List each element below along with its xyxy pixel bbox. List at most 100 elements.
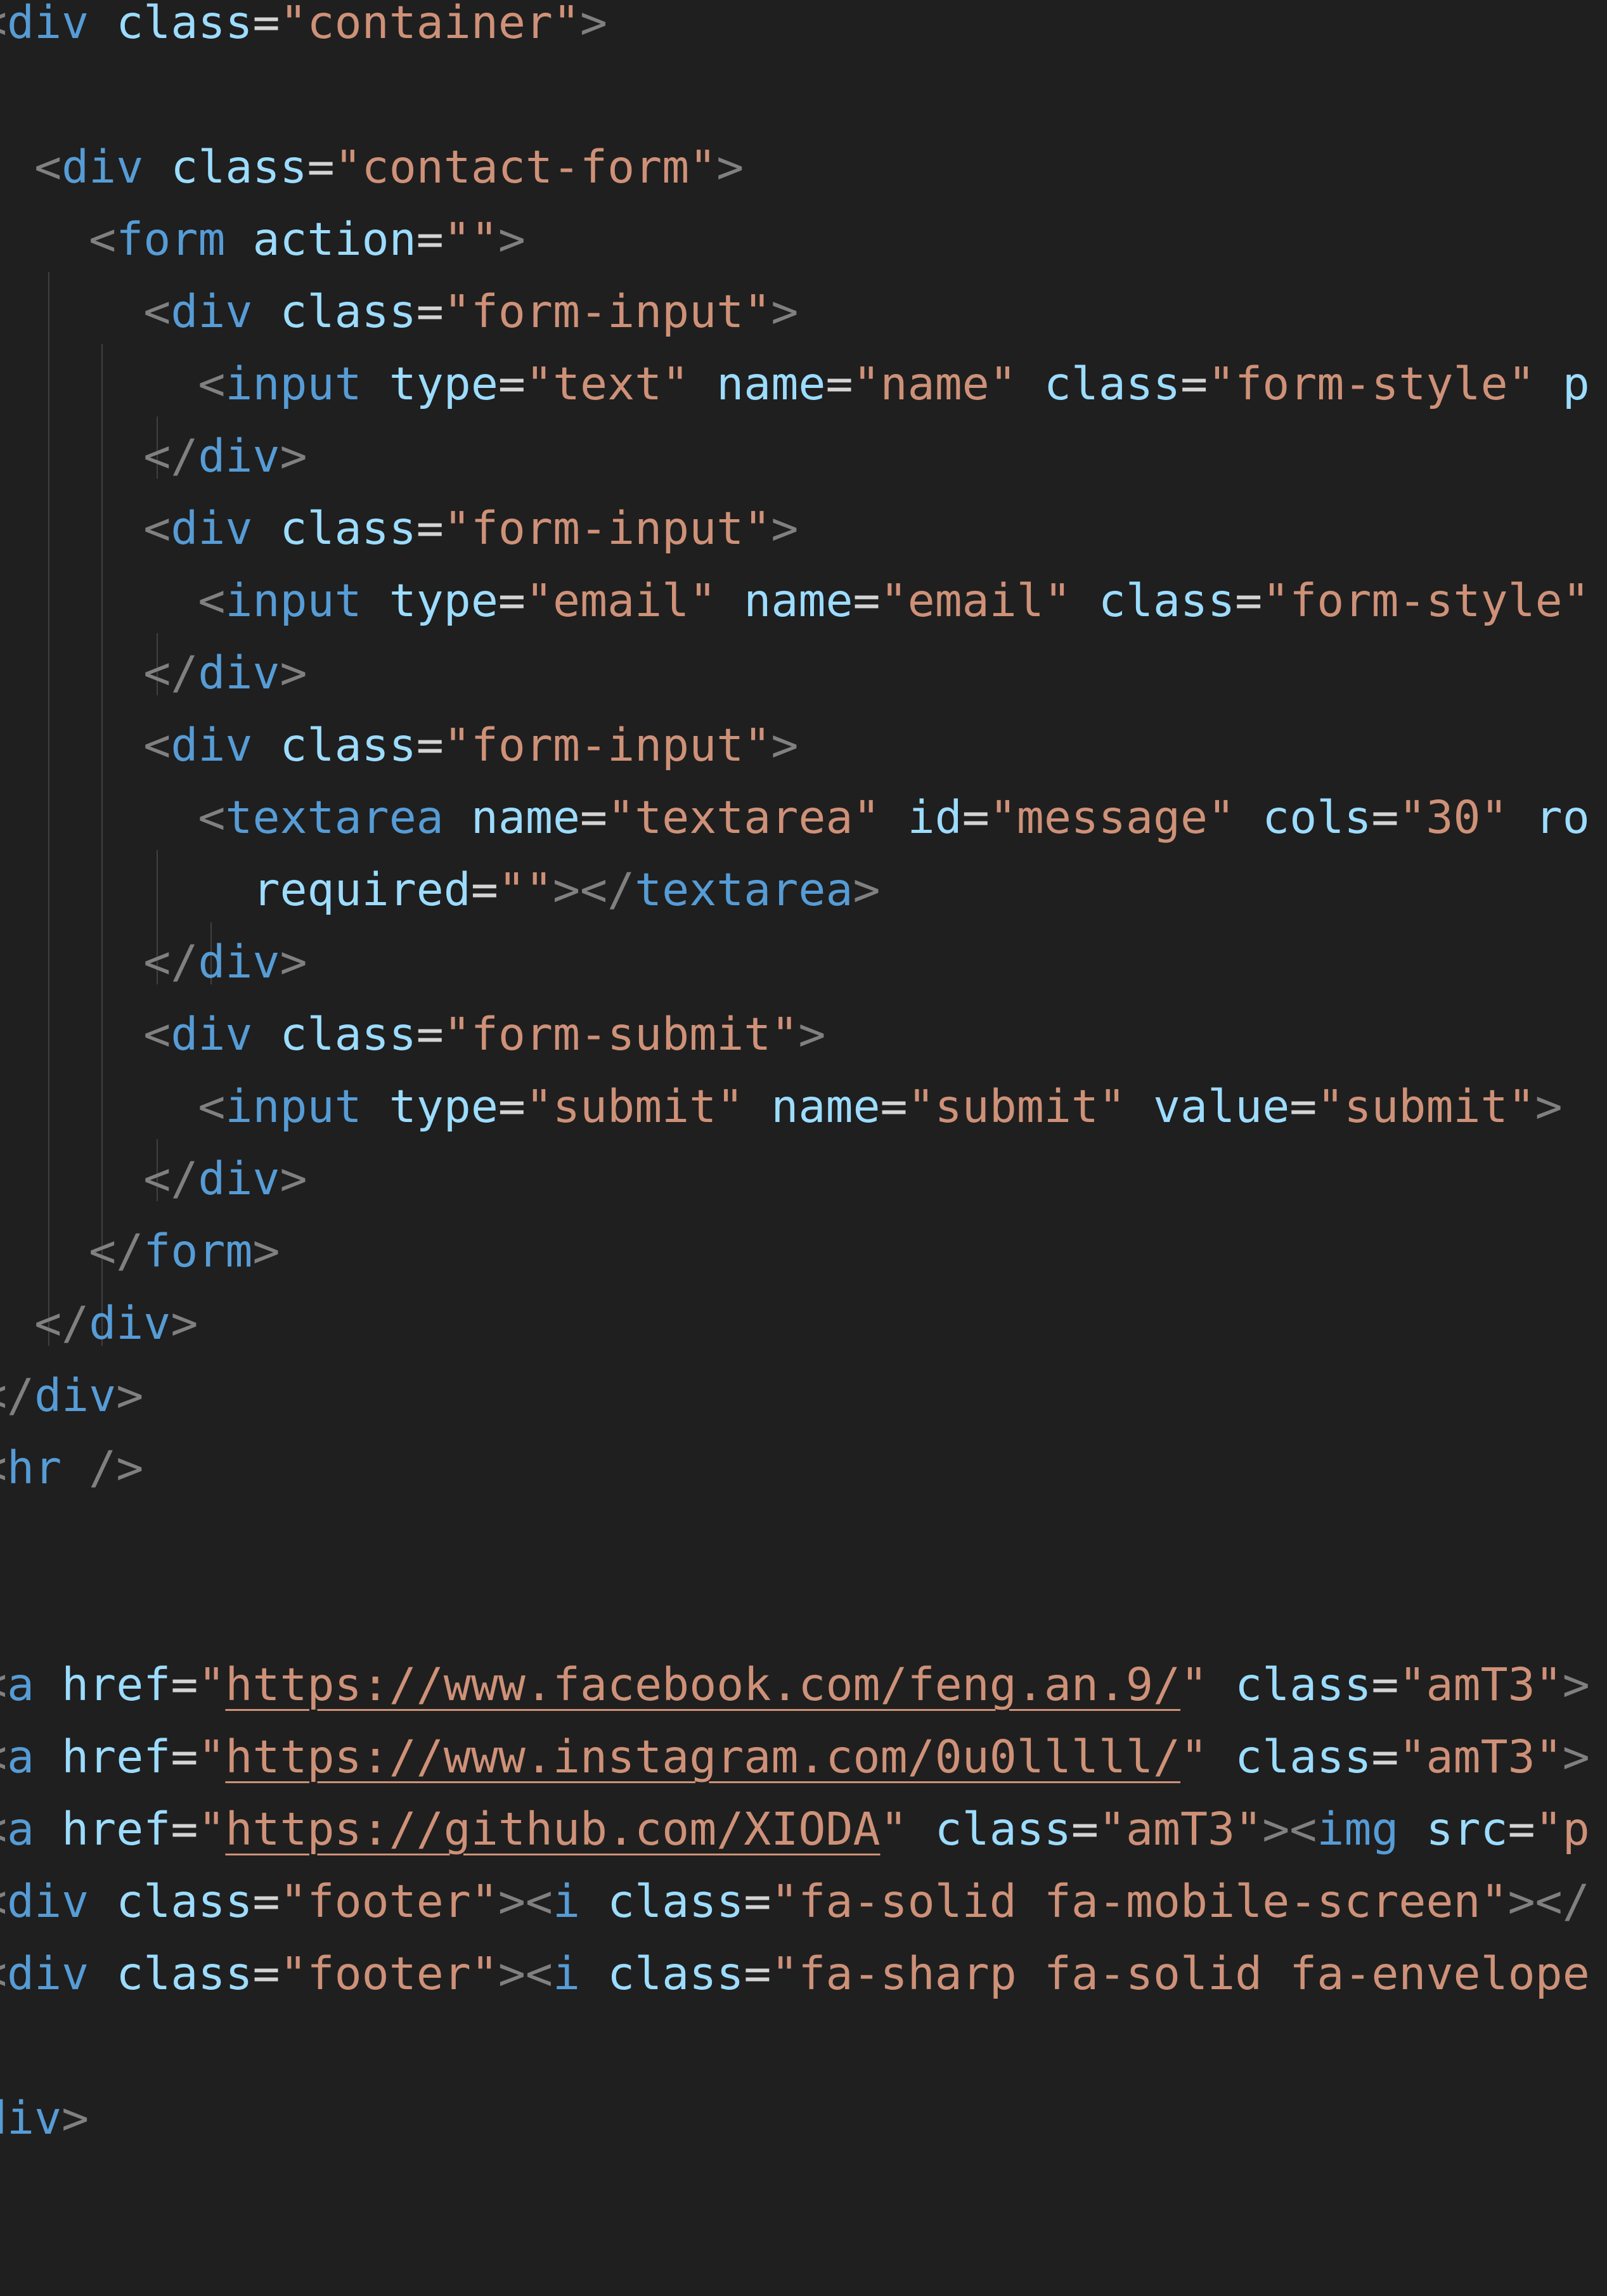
code-line[interactable]: <a href="https://github.com/XIODA" class… [0, 1793, 1590, 1866]
code-token: class [116, 1875, 253, 1928]
code-token: = [1371, 1658, 1399, 1711]
code-token: < [143, 502, 171, 555]
code-token: > [771, 719, 799, 771]
code-token: value [1153, 1080, 1290, 1133]
code-token: < [0, 1947, 7, 2000]
code-token: hr [7, 1441, 62, 1494]
code-line[interactable]: <div class="contact-form"> [0, 131, 744, 203]
code-token: = [580, 791, 608, 844]
code-token: name [716, 358, 826, 410]
code-line[interactable]: </div> [0, 926, 307, 998]
code-line[interactable]: </form> [0, 1215, 280, 1287]
code-line[interactable]: <div class="footer"><i class="fa-solid f… [0, 1866, 1590, 1938]
code-token: class [280, 719, 416, 771]
code-token: div [89, 1297, 171, 1350]
code-token: >< [498, 1947, 553, 2000]
code-token: a [7, 1803, 35, 1855]
code-token: < [0, 1441, 7, 1494]
code-line[interactable]: required=""></textarea> [0, 854, 880, 926]
code-token: src [1426, 1803, 1508, 1855]
code-token: "form-input" [443, 719, 771, 771]
code-token: id [907, 791, 962, 844]
code-token: < [0, 1080, 226, 1133]
code-token: "container" [280, 0, 581, 49]
code-token: = [1289, 1080, 1317, 1133]
code-line[interactable]: </div> [0, 1143, 307, 1215]
code-token: < [0, 0, 7, 49]
code-token: = [171, 1731, 198, 1783]
code-token: </ [0, 647, 198, 699]
code-token: = [416, 213, 444, 266]
code-token: > [1535, 1080, 1563, 1133]
code-line[interactable]: <form action=""> [0, 203, 526, 276]
code-line[interactable]: <input type="text" name="name" class="fo… [0, 348, 1589, 420]
code-token: "amT3" [1398, 1731, 1563, 1783]
code-token: "text" [525, 358, 690, 410]
code-line[interactable]: <a href="https://www.instagram.com/0u0ll… [0, 1721, 1590, 1793]
code-line[interactable]: <a href="https://www.facebook.com/feng.a… [0, 1649, 1590, 1721]
code-line[interactable]: <div class="container"> [0, 0, 607, 59]
code-token: < [0, 574, 226, 627]
code-token: https://www.instagram.com/0u0lllll/ [225, 1731, 1181, 1783]
code-token: = [1071, 1803, 1099, 1855]
code-line[interactable]: <div class="form-input"> [0, 709, 798, 782]
code-token: > [771, 502, 799, 555]
code-token: class [1043, 358, 1181, 410]
code-token: = [252, 0, 280, 49]
code-token: div [7, 0, 89, 49]
code-line[interactable]: <input type="submit" name="submit" value… [0, 1071, 1563, 1143]
code-token: div [34, 1369, 117, 1422]
code-token: = [498, 358, 526, 410]
code-token: class [934, 1803, 1071, 1855]
code-token: a [7, 1731, 35, 1783]
code-line[interactable]: </div> [0, 637, 307, 709]
code-token: textarea [225, 791, 444, 844]
code-token: ro [1507, 791, 1590, 844]
code-line[interactable]: <input type="email" name="email" class="… [0, 565, 1590, 637]
code-token: = [1371, 791, 1399, 844]
code-token: type [389, 574, 498, 627]
code-token: "form-style" [1262, 574, 1590, 627]
code-token: = [307, 141, 335, 193]
code-token: = [880, 1080, 908, 1133]
code-token: "name" [853, 358, 1017, 410]
code-token: = [171, 1803, 198, 1855]
code-line[interactable]: </div> [0, 420, 307, 493]
code-token: "amT3" [1398, 1658, 1563, 1711]
code-token: div [171, 285, 253, 338]
code-token: form [116, 213, 226, 266]
code-token: input [225, 358, 362, 410]
code-line[interactable]: div> [0, 2082, 89, 2155]
code-line[interactable]: <div class="form-input"> [0, 493, 798, 565]
code-token: input [225, 574, 362, 627]
code-token: = [416, 502, 444, 555]
code-token: div [7, 1875, 89, 1928]
code-line[interactable]: <div class="form-input"> [0, 276, 798, 348]
code-token: class [171, 141, 307, 193]
code-line[interactable]: </div> [0, 1287, 198, 1360]
code-line[interactable]: <div class="footer"><i class="fa-sharp f… [0, 1938, 1590, 2010]
code-line[interactable]: <div class="form-submit"> [0, 998, 825, 1071]
code-token: </ [34, 1297, 89, 1350]
code-token: < [0, 1875, 7, 1928]
code-line[interactable]: </div> [0, 1360, 143, 1432]
code-token: div [7, 1947, 89, 2000]
code-line[interactable]: <hr /> [0, 1432, 143, 1504]
code-token: name [470, 791, 581, 844]
code-token: div [61, 141, 144, 193]
code-editor[interactable]: </div><div class="container"> <div class… [0, 0, 1607, 2296]
code-line[interactable]: <textarea name="textarea" id="message" c… [0, 782, 1590, 854]
code-token: div [198, 936, 280, 988]
code-token: input [225, 1080, 362, 1133]
code-token: "footer" [280, 1875, 498, 1928]
code-token: ></ [552, 863, 635, 916]
code-token: " [1180, 1658, 1208, 1711]
code-token: > [116, 1369, 144, 1422]
